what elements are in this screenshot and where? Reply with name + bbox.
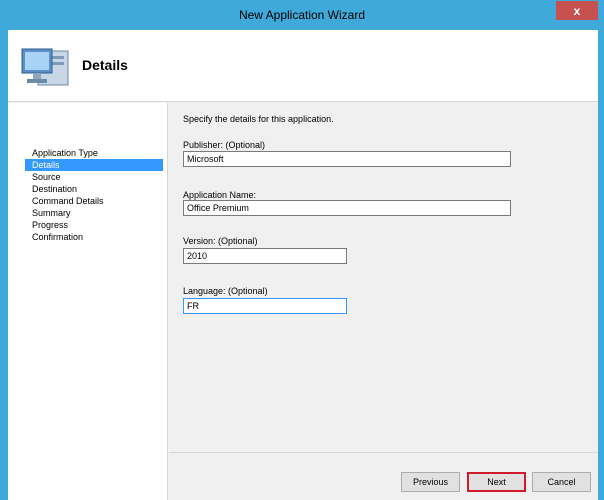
version-field[interactable]: 2010 [183, 248, 347, 264]
wizard-client-area: Details Application Type Details Source … [8, 30, 598, 500]
nav-item-confirmation[interactable]: Confirmation [25, 231, 163, 243]
nav-item-progress[interactable]: Progress [25, 219, 163, 231]
nav-item-summary[interactable]: Summary [25, 207, 163, 219]
wizard-step-list: Application Type Details Source Destinat… [8, 103, 168, 500]
nav-item-command-details[interactable]: Command Details [25, 195, 163, 207]
language-field[interactable]: FR [183, 298, 347, 314]
publisher-label: Publisher: (Optional) [183, 140, 266, 150]
language-label: Language: (Optional) [183, 286, 268, 296]
window-title: New Application Wizard [238, 8, 366, 22]
wizard-window: New Application Wizard x Details Applica… [0, 0, 604, 500]
close-button[interactable]: x [556, 1, 598, 20]
cancel-button[interactable]: Cancel [532, 472, 591, 492]
publisher-field[interactable]: Microsoft [183, 151, 511, 167]
nav-item-source[interactable]: Source [25, 171, 163, 183]
nav-item-destination[interactable]: Destination [25, 183, 163, 195]
next-button[interactable]: Next [467, 472, 526, 492]
previous-button[interactable]: Previous [401, 472, 460, 492]
wizard-button-bar: Previous Next Cancel [169, 452, 598, 500]
wizard-header: Details [8, 30, 598, 102]
application-name-label: Application Name: [183, 190, 257, 200]
instruction-text: Specify the details for this application… [183, 114, 334, 124]
title-bar[interactable]: New Application Wizard x [0, 0, 604, 30]
page-title: Details [82, 57, 128, 73]
application-name-field[interactable]: Office Premium [183, 200, 511, 216]
computer-monitor-icon [20, 43, 72, 91]
nav-item-details[interactable]: Details [25, 159, 163, 171]
version-label: Version: (Optional) [183, 236, 258, 246]
nav-item-application-type[interactable]: Application Type [25, 147, 163, 159]
details-form: Specify the details for this application… [169, 103, 598, 452]
